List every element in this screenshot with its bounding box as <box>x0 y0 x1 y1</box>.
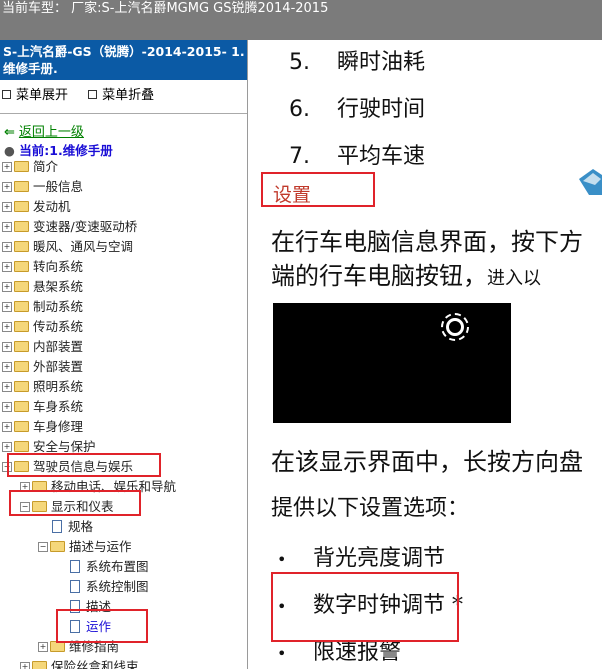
expand-icon[interactable]: + <box>2 401 12 412</box>
expand-icon[interactable]: + <box>2 421 12 432</box>
gear-center-icon <box>446 318 464 336</box>
current-model-text: 当前车型： 厂家:S-上汽名爵MGMG GS锐腾2014-2015 <box>2 1 329 16</box>
display-screenshot <box>273 303 511 423</box>
decorative-graphic-icon <box>579 169 602 195</box>
tree-item-transmission[interactable]: + 变速器/变速驱动桥 <box>2 217 137 237</box>
document-icon <box>70 580 80 593</box>
tree-item-system-control[interactable]: 系统控制图 <box>70 577 149 597</box>
divider <box>0 113 247 114</box>
folder-icon <box>14 381 29 392</box>
square-icon <box>2 90 11 99</box>
folder-icon <box>14 241 29 252</box>
tree-item-interior[interactable]: + 内部装置 <box>2 337 83 357</box>
sidebar: S-上汽名爵-GS（锐腾）-2014-2015- 1.维修手册. 菜单展开 菜单… <box>0 40 248 669</box>
tree-item-intro[interactable]: + 简介 <box>2 157 58 177</box>
expand-icon[interactable]: + <box>20 661 30 669</box>
list-item: 7. 平均车速 <box>289 144 426 169</box>
tree-item-body-systems[interactable]: + 车身系统 <box>2 397 83 417</box>
expand-icon[interactable]: + <box>2 221 12 232</box>
folder-icon <box>32 661 47 669</box>
expand-icon[interactable]: + <box>2 201 12 212</box>
menu-actions: 菜单展开 菜单折叠 <box>2 84 170 103</box>
location-icon: ● <box>4 143 15 158</box>
folder-open-icon <box>50 541 65 552</box>
expand-icon[interactable]: + <box>2 281 12 292</box>
document-icon <box>70 560 80 573</box>
folder-icon <box>14 181 29 192</box>
tree-item-fuse-harness[interactable]: + 保险丝盒和线束 <box>20 657 139 669</box>
tree-item-suspension[interactable]: + 悬架系统 <box>2 277 83 297</box>
list-item: 6. 行驶时间 <box>289 97 426 122</box>
tree-item-description-operation[interactable]: − 描述与运作 <box>38 537 132 557</box>
tree-item-engine[interactable]: + 发动机 <box>2 197 71 217</box>
highlight-box <box>9 490 141 516</box>
window-title-bar: 当前车型： 厂家:S-上汽名爵MGMG GS锐腾2014-2015 <box>0 0 602 40</box>
expand-icon[interactable]: + <box>2 241 12 252</box>
folder-icon <box>14 261 29 272</box>
document-icon <box>52 520 62 533</box>
folder-icon <box>14 221 29 232</box>
expand-icon[interactable]: + <box>2 341 12 352</box>
folder-icon <box>14 321 29 332</box>
expand-icon[interactable]: + <box>2 181 12 192</box>
back-link[interactable]: ⇐ 返回上一级 <box>4 121 84 140</box>
highlight-box <box>261 172 375 207</box>
expand-icon[interactable]: + <box>2 161 12 172</box>
paragraph: 在该显示界面中，长按方向盘 <box>271 448 583 476</box>
folder-icon <box>14 421 29 432</box>
expand-icon[interactable]: + <box>2 301 12 312</box>
folder-icon <box>14 201 29 212</box>
list-item: • 背光亮度调节 <box>277 546 446 571</box>
expand-menu-button[interactable]: 菜单展开 <box>2 88 76 103</box>
content-pane: 5. 瞬时油耗 6. 行驶时间 7. 平均车速 设置 在行车电脑信息界面，按下方 端的… <box>249 40 602 669</box>
tree-item-lighting[interactable]: + 照明系统 <box>2 377 83 397</box>
expand-icon[interactable]: + <box>2 441 12 452</box>
tree-item-system-layout[interactable]: 系统布置图 <box>70 557 149 577</box>
folder-icon <box>14 281 29 292</box>
expand-icon[interactable]: + <box>2 321 12 332</box>
expand-icon[interactable]: + <box>2 361 12 372</box>
folder-icon <box>14 341 29 352</box>
tree-item-specs[interactable]: 规格 <box>52 517 93 537</box>
bullet-icon: • <box>277 550 287 569</box>
paragraph: 在行车电脑信息界面，按下方 <box>271 228 583 256</box>
folder-icon <box>14 161 29 172</box>
tree-item-body-repair[interactable]: + 车身修理 <box>2 417 83 437</box>
folder-icon <box>14 301 29 312</box>
expand-icon[interactable]: + <box>2 381 12 392</box>
tree-item-driveline[interactable]: + 传动系统 <box>2 317 83 337</box>
square-icon <box>88 90 98 99</box>
folder-icon <box>14 361 29 372</box>
paragraph: 提供以下设置选项： <box>271 496 470 521</box>
sidebar-title: S-上汽名爵-GS（锐腾）-2014-2015- 1.维修手册. <box>0 40 247 80</box>
folder-icon <box>14 401 29 412</box>
highlight-box <box>7 453 161 477</box>
back-arrow-icon: ⇐ <box>4 125 15 140</box>
tree-item-general-info[interactable]: + 一般信息 <box>2 177 83 197</box>
tree-item-hvac[interactable]: + 暖风、通风与空调 <box>2 237 133 257</box>
highlight-box <box>56 609 148 643</box>
highlight-box <box>271 572 459 642</box>
tree-item-exterior[interactable]: + 外部装置 <box>2 357 83 377</box>
collapse-menu-button[interactable]: 菜单折叠 <box>88 88 162 103</box>
bullet-icon: • <box>277 644 287 663</box>
collapse-icon[interactable]: − <box>38 541 48 552</box>
expand-icon[interactable]: + <box>2 261 12 272</box>
list-item: 5. 瞬时油耗 <box>289 50 426 75</box>
folder-icon <box>14 441 29 452</box>
tree-item-brakes[interactable]: + 制动系统 <box>2 297 83 317</box>
expand-icon[interactable]: + <box>38 641 48 652</box>
tree-item-steering[interactable]: + 转向系统 <box>2 257 83 277</box>
paragraph: 端的行车电脑按钮，进入以 <box>271 262 541 290</box>
